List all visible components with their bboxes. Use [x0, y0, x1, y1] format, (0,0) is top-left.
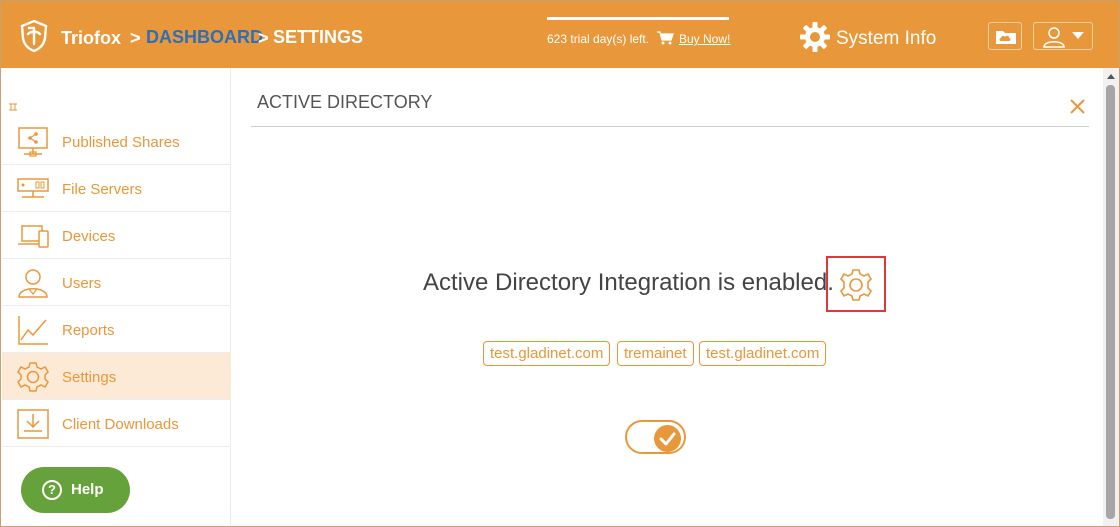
- collapse-sidebar-icon[interactable]: [8, 102, 18, 112]
- settings-gear-icon[interactable]: [839, 268, 873, 302]
- breadcrumb-settings: SETTINGS: [273, 27, 364, 47]
- sidebar-item-label: Published Shares: [62, 134, 180, 151]
- sidebar: Published Shares File Servers Devices Us…: [0, 68, 231, 527]
- help-label: Help: [71, 481, 104, 498]
- cloud-folder-button[interactable]: [988, 22, 1022, 50]
- shield-logo-icon: [20, 19, 48, 53]
- domain-tag: test.gladinet.com: [483, 341, 611, 366]
- cart-icon: [657, 31, 674, 45]
- server-icon: [17, 178, 49, 198]
- gear-icon: [17, 362, 49, 392]
- domain-tag: tremainet: [617, 341, 694, 366]
- cloud-folder-icon: [996, 31, 1016, 44]
- top-bar: Triofox > DASHBOARD > SETTINGS 623 trial…: [0, 0, 1120, 68]
- integration-toggle[interactable]: [625, 420, 686, 454]
- breadcrumb-separator: >: [258, 28, 269, 48]
- trial-progress-bar: [547, 17, 729, 20]
- user-menu-button[interactable]: [1033, 22, 1093, 50]
- sidebar-item-client-downloads[interactable]: Client Downloads: [2, 400, 231, 447]
- help-button[interactable]: ? Help: [21, 467, 130, 513]
- close-icon[interactable]: [1069, 98, 1086, 115]
- sidebar-item-label: File Servers: [62, 181, 143, 198]
- check-icon: [659, 432, 676, 446]
- sidebar-item-label: Client Downloads: [62, 416, 179, 433]
- trial-days-text: 623 trial day(s) left.: [547, 32, 650, 46]
- scrollbar[interactable]: [1103, 68, 1120, 527]
- sidebar-item-published-shares[interactable]: Published Shares: [2, 118, 231, 165]
- download-icon: [17, 409, 49, 439]
- scroll-thumb[interactable]: [1106, 85, 1115, 519]
- sidebar-item-file-servers[interactable]: File Servers: [2, 165, 231, 212]
- user-icon: [1043, 27, 1065, 48]
- chart-icon: [18, 316, 48, 345]
- sidebar-item-label: Users: [62, 275, 102, 292]
- brand-name: Triofox: [61, 28, 122, 48]
- question-icon: ?: [42, 480, 62, 500]
- sidebar-item-users[interactable]: Users: [2, 259, 231, 306]
- system-info-link[interactable]: System Info: [836, 28, 936, 50]
- gear-icon[interactable]: [800, 22, 830, 52]
- breadcrumb-dashboard-link[interactable]: DASHBOARD: [146, 27, 263, 48]
- sidebar-item-reports[interactable]: Reports: [2, 306, 231, 353]
- caret-down-icon: [1072, 32, 1084, 39]
- scroll-up-arrow-icon[interactable]: [1107, 74, 1115, 79]
- domain-tag: test.gladinet.com: [699, 341, 827, 366]
- share-monitor-icon: [18, 127, 48, 157]
- sidebar-item-settings[interactable]: Settings: [2, 353, 231, 400]
- buy-now-link[interactable]: Buy Now!: [679, 32, 730, 46]
- sidebar-item-label: Devices: [62, 228, 116, 245]
- toggle-knob: [654, 425, 681, 452]
- title-divider: [251, 126, 1089, 127]
- integration-status-text: Active Directory Integration is enabled.: [423, 269, 834, 296]
- devices-icon: [18, 225, 49, 248]
- breadcrumb-separator: >: [130, 28, 141, 48]
- sidebar-item-label: Reports: [62, 322, 115, 339]
- sidebar-item-label: Settings: [62, 369, 117, 386]
- sidebar-item-devices[interactable]: Devices: [2, 212, 231, 259]
- page-title: ACTIVE DIRECTORY: [257, 92, 433, 112]
- user-icon: [18, 269, 48, 298]
